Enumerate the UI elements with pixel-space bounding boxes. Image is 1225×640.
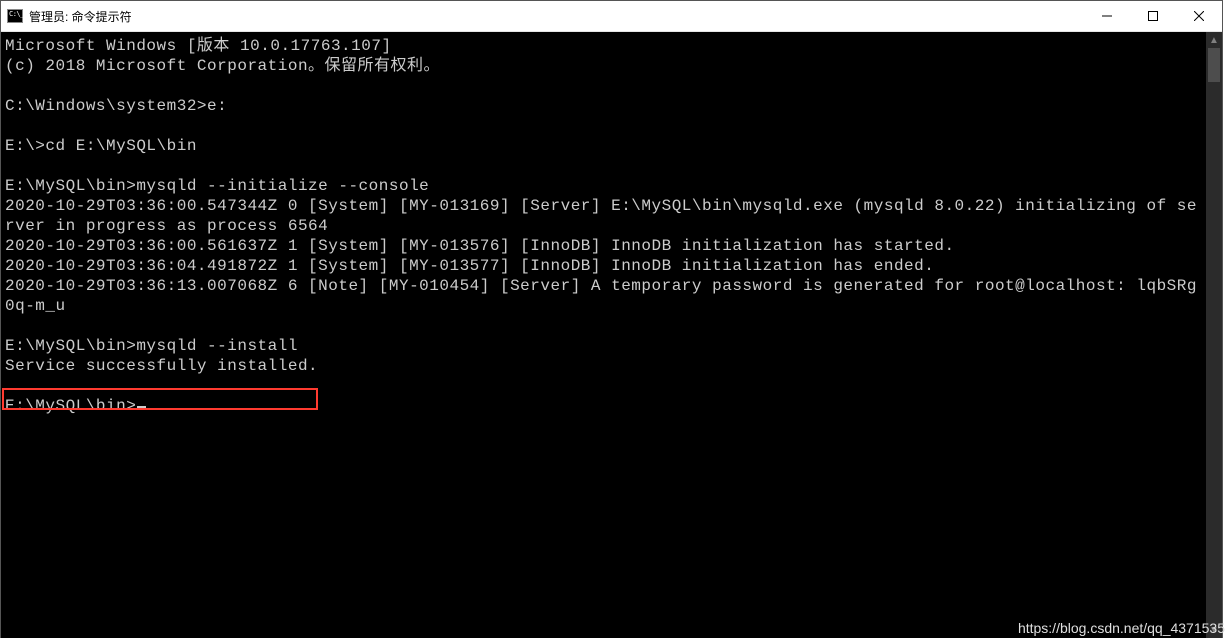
maximize-button[interactable] xyxy=(1130,1,1176,31)
window-controls xyxy=(1084,1,1222,31)
scroll-up-arrow-icon[interactable]: ▲ xyxy=(1206,32,1222,48)
cmd-window: 管理员: 命令提示符 Microsoft Windows [版本 10.0.17… xyxy=(0,0,1223,638)
scroll-track[interactable] xyxy=(1206,48,1222,622)
terminal-prompt: E:\MySQL\bin> xyxy=(5,397,136,415)
close-button[interactable] xyxy=(1176,1,1222,31)
terminal-line: E:\MySQL\bin>mysqld --install xyxy=(5,337,298,355)
terminal-line: 2020-10-29T03:36:04.491872Z 1 [System] [… xyxy=(5,257,934,275)
minimize-button[interactable] xyxy=(1084,1,1130,31)
titlebar-left: 管理员: 命令提示符 xyxy=(1,8,132,25)
titlebar[interactable]: 管理员: 命令提示符 xyxy=(1,1,1222,32)
terminal-line: 2020-10-29T03:36:00.547344Z 0 [System] [… xyxy=(5,197,1197,235)
cmd-icon xyxy=(7,9,23,23)
terminal-line: Microsoft Windows [版本 10.0.17763.107] xyxy=(5,37,392,55)
watermark-text: https://blog.csdn.net/qq_4371535 xyxy=(1018,620,1225,636)
terminal-line: E:\MySQL\bin>mysqld --initialize --conso… xyxy=(5,177,429,195)
terminal-line: (c) 2018 Microsoft Corporation。保留所有权利。 xyxy=(5,57,440,75)
terminal-highlighted-line: Service successfully installed. xyxy=(5,357,318,375)
terminal-line: 2020-10-29T03:36:00.561637Z 1 [System] [… xyxy=(5,237,955,255)
terminal-line: 2020-10-29T03:36:13.007068Z 6 [Note] [MY… xyxy=(5,277,1197,315)
scrollbar[interactable]: ▲ ▼ xyxy=(1206,32,1222,638)
window-title: 管理员: 命令提示符 xyxy=(29,8,132,25)
terminal-line: E:\>cd E:\MySQL\bin xyxy=(5,137,197,155)
cursor xyxy=(137,406,146,409)
terminal-output[interactable]: Microsoft Windows [版本 10.0.17763.107] (c… xyxy=(1,32,1206,638)
terminal-area: Microsoft Windows [版本 10.0.17763.107] (c… xyxy=(1,32,1222,638)
scroll-thumb[interactable] xyxy=(1208,48,1220,82)
terminal-line: C:\Windows\system32>e: xyxy=(5,97,227,115)
